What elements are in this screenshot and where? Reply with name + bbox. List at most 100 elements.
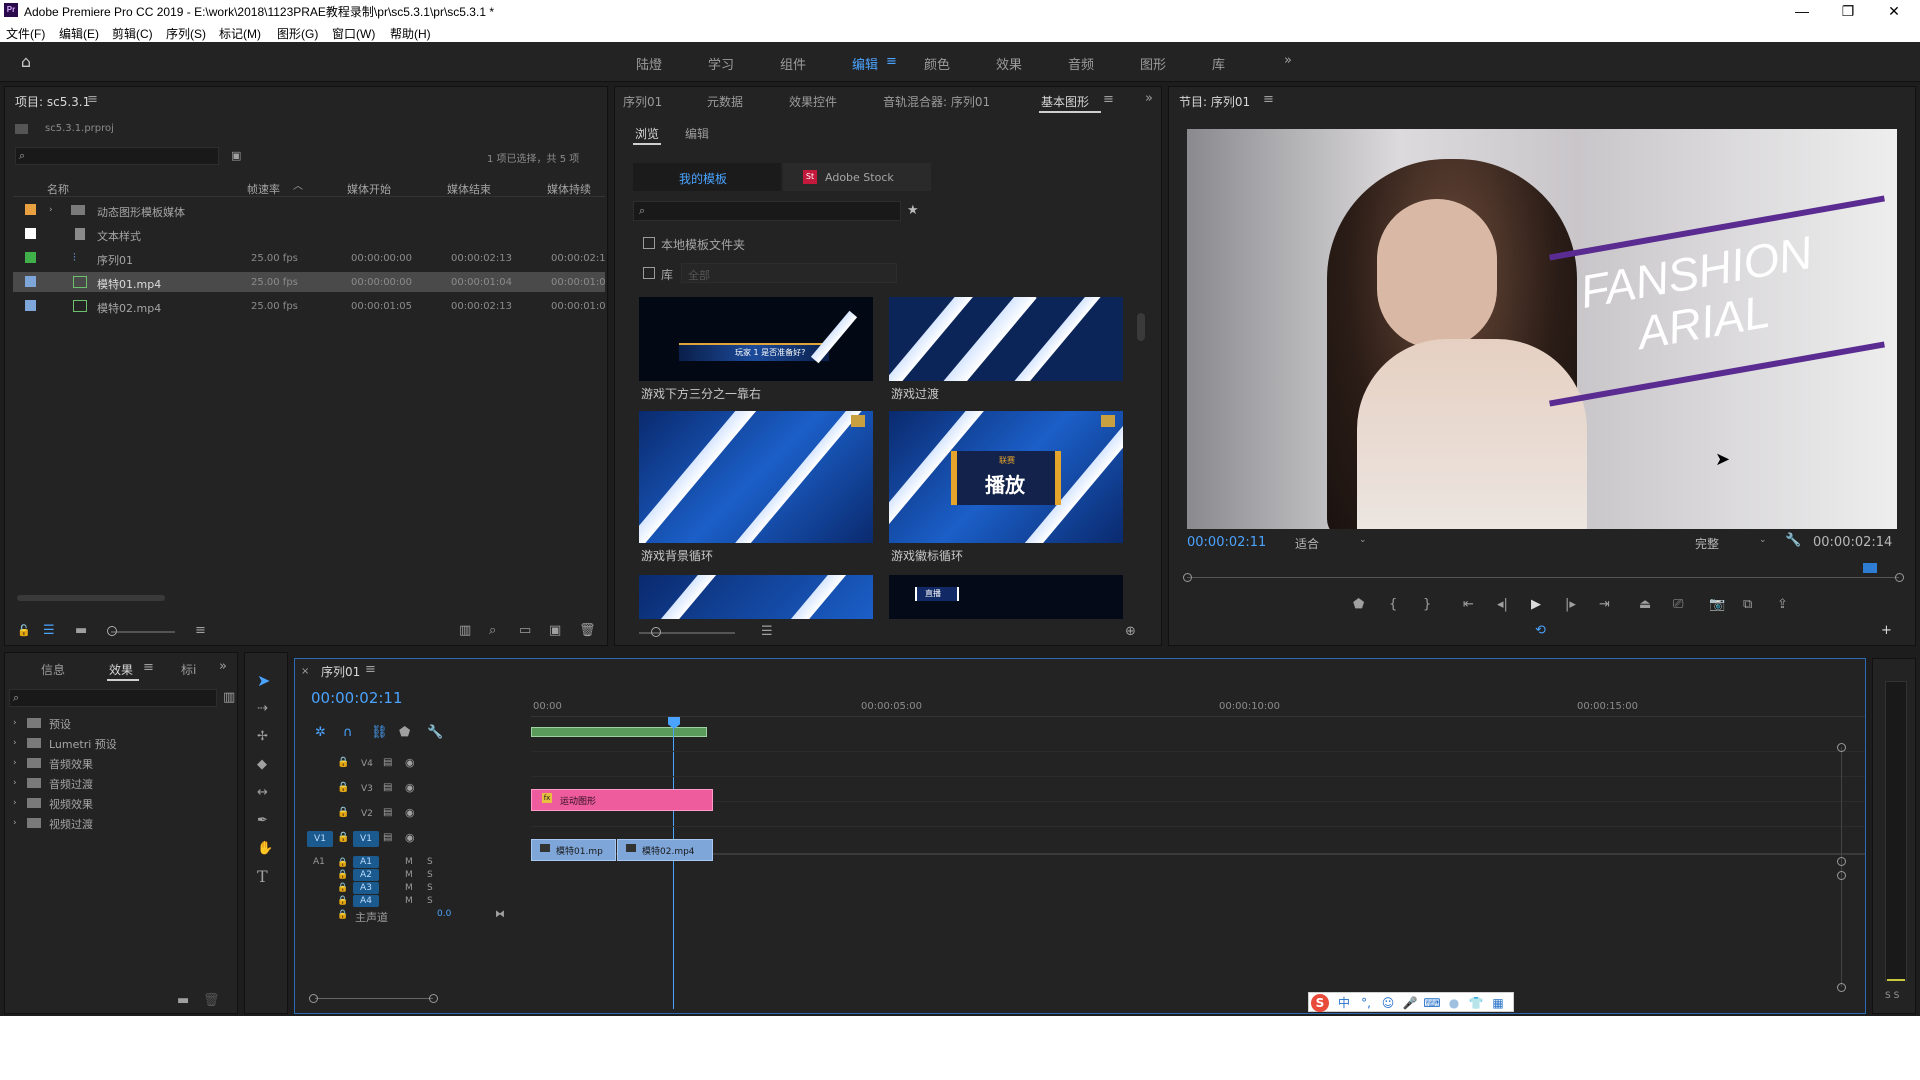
eye-icon[interactable]: ◉	[405, 805, 415, 821]
lock-icon[interactable]: 🔒	[337, 830, 349, 846]
new-bin-from-search-icon[interactable]: ▣	[231, 148, 241, 164]
new-bin-icon[interactable]: ▬	[177, 993, 189, 1009]
selection-tool-icon[interactable]: ➤	[257, 673, 270, 689]
zoom-slider-handle[interactable]	[107, 626, 117, 636]
razor-tool-icon[interactable]: ◆	[257, 757, 267, 773]
workspace-editing[interactable]: 编辑	[852, 54, 878, 73]
ime-punctuation-icon[interactable]: °,	[1357, 994, 1375, 1012]
tab-info[interactable]: 信息	[41, 661, 65, 678]
zoom-left-handle[interactable]	[309, 994, 318, 1003]
close-tab-icon[interactable]: ×	[301, 664, 309, 680]
track-target-a4[interactable]: A4	[353, 895, 379, 907]
sync-lock-icon[interactable]: ▤	[383, 830, 392, 846]
col-name[interactable]: 名称	[47, 181, 69, 197]
extract-icon[interactable]: ⎚	[1673, 597, 1683, 613]
template-thumb-transition[interactable]	[889, 297, 1123, 381]
horizontal-scrollbar[interactable]	[17, 595, 165, 601]
vertical-zoom-handle[interactable]	[1837, 857, 1846, 866]
workspace-libraries[interactable]: 库	[1212, 54, 1225, 73]
mute-button[interactable]: M	[405, 896, 413, 906]
library-checkbox[interactable]	[643, 267, 655, 279]
track-target-a1[interactable]: A1	[353, 856, 379, 868]
new-item-icon[interactable]: ▣	[549, 623, 561, 639]
master-volume-value[interactable]: 0.0	[437, 909, 451, 919]
menu-graphics[interactable]: 图形(G)	[277, 25, 318, 42]
automate-to-sequence-icon[interactable]: ▥	[459, 623, 471, 639]
play-icon[interactable]: ▶	[1531, 597, 1541, 613]
folder-item[interactable]: › Lumetri 预设	[9, 733, 229, 753]
icon-view-icon[interactable]: ▬	[75, 623, 87, 639]
close-button[interactable]: ✕	[1874, 1, 1914, 21]
step-forward-icon[interactable]: |▸	[1565, 597, 1576, 613]
ime-user-icon[interactable]: ●	[1445, 994, 1463, 1012]
go-to-end-icon[interactable]: ⧓	[495, 907, 505, 923]
fit-select[interactable]: 适合 ⌄	[1291, 533, 1375, 551]
tab-browse[interactable]: 浏览	[635, 125, 659, 142]
solo-button[interactable]: S	[427, 870, 433, 880]
pen-tool-icon[interactable]: ✒	[257, 813, 268, 829]
timeline-timecode[interactable]: 00:00:02:11	[311, 689, 403, 707]
tab-markers[interactable]: 标i	[181, 661, 196, 678]
lock-icon[interactable]: 🔒	[337, 907, 348, 923]
vertical-zoom-bar[interactable]	[1841, 747, 1842, 987]
zoom-slider[interactable]	[111, 631, 175, 633]
library-select[interactable]: 全部	[681, 263, 897, 283]
vertical-zoom-handle[interactable]	[1837, 983, 1846, 992]
quality-select[interactable]: 完整 ⌄	[1691, 533, 1775, 551]
effects-search-input[interactable]	[9, 689, 217, 707]
wrench-icon[interactable]: 🔧	[1785, 533, 1801, 549]
source-patch-v1[interactable]: V1	[307, 831, 333, 847]
button-editor-icon[interactable]: +	[1881, 623, 1892, 639]
export-frame-icon[interactable]: 📷	[1709, 597, 1725, 613]
tab-effects[interactable]: 效果	[109, 661, 133, 678]
source-patch-a1[interactable]: A1	[313, 857, 325, 867]
tab-effect-controls[interactable]: 效果控件	[789, 93, 837, 110]
track-select-tool-icon[interactable]: ⇢	[257, 701, 268, 717]
tab-metadata[interactable]: 元数据	[707, 93, 743, 110]
project-tab[interactable]: 项目: sc5.3.1	[15, 93, 90, 110]
eye-icon[interactable]: ◉	[405, 755, 415, 771]
sync-lock-icon[interactable]: ▤	[383, 805, 392, 821]
list-item-selected[interactable]: 模特01.mp4 25.00 fps 00:00:00:00 00:00:01:…	[13, 272, 606, 292]
new-bin-icon[interactable]: ▭	[519, 623, 531, 639]
lock-icon[interactable]: 🔓	[17, 623, 31, 639]
ime-toolbox-icon[interactable]: ▦	[1489, 994, 1507, 1012]
trash-icon[interactable]: 🗑	[203, 993, 220, 1009]
workspace-menu-icon[interactable]: ≡	[886, 54, 897, 70]
comparison-view-icon[interactable]: ⧉	[1743, 597, 1752, 613]
track-target-a2[interactable]: A2	[353, 869, 379, 881]
hand-tool-icon[interactable]: ✋	[257, 841, 273, 857]
label-color-swatch[interactable]	[25, 204, 36, 215]
tab-edit[interactable]: 编辑	[685, 125, 709, 142]
panel-menu-icon[interactable]: ≡	[143, 660, 154, 676]
folder-item[interactable]: › 音频效果	[9, 753, 229, 773]
home-icon[interactable]: ⌂	[16, 54, 36, 70]
more-workspaces-icon[interactable]: »	[1284, 53, 1292, 69]
restore-button[interactable]: ❐	[1828, 1, 1868, 21]
lock-icon[interactable]: 🔒	[337, 805, 349, 821]
program-monitor-tab[interactable]: 节目: 序列01	[1179, 93, 1250, 110]
panel-menu-icon[interactable]: ≡	[1103, 92, 1114, 108]
ime-keyboard-icon[interactable]: ⌨	[1423, 994, 1441, 1012]
folder-item[interactable]: › 音频过渡	[9, 773, 229, 793]
menu-window[interactable]: 窗口(W)	[332, 25, 375, 42]
horizontal-zoom-bar[interactable]	[315, 998, 433, 999]
list-item[interactable]: 模特02.mp4 25.00 fps 00:00:01:05 00:00:02:…	[13, 296, 606, 316]
video-clip-2[interactable]: 模特02.mp4	[617, 839, 713, 861]
more-tabs-icon[interactable]: »	[1145, 91, 1153, 107]
menu-help[interactable]: 帮助(H)	[390, 25, 431, 42]
panel-menu-icon[interactable]: ≡	[87, 92, 98, 108]
trash-icon[interactable]: 🗑	[579, 623, 596, 639]
template-thumb-bg-loop[interactable]	[639, 411, 873, 543]
label-color-swatch[interactable]	[25, 228, 36, 239]
linked-selection-icon[interactable]: ⛓	[371, 725, 388, 741]
my-templates-tab[interactable]: 我的模板	[633, 163, 781, 191]
add-marker-icon[interactable]: ⬟	[399, 725, 410, 741]
favorite-star-icon[interactable]: ★	[907, 203, 919, 219]
folder-item[interactable]: › 预设	[9, 713, 229, 733]
template-thumb-6[interactable]: 直播	[889, 575, 1123, 619]
list-item[interactable]: 文本样式	[13, 224, 605, 244]
mute-button[interactable]: M	[405, 870, 413, 880]
ime-chinese-toggle[interactable]: 中	[1335, 994, 1353, 1012]
lock-icon[interactable]: 🔒	[337, 755, 349, 771]
